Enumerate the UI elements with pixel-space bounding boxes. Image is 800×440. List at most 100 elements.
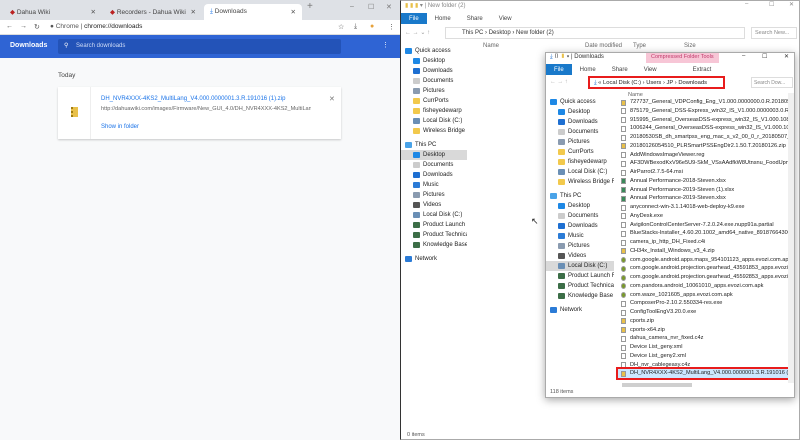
nav-item-knowledge-base-[interactable]: Knowledge Base (\\ [546,291,614,301]
ribbon-tab-share[interactable]: Share [459,16,491,22]
nav-item-local-disk-c-[interactable]: Local Disk (C:) [401,116,467,126]
compressed-folder-tools-tab[interactable]: Compressed Folder Tools [646,53,719,63]
close-button[interactable]: ✕ [386,3,392,11]
nav-item-downloads[interactable]: Downloads [401,66,467,76]
nav-item-currports[interactable]: CurrPorts [401,96,467,106]
nav-arrows-icon[interactable]: ← → ↑ [550,79,568,85]
ribbon-tab-share[interactable]: Share [604,67,636,73]
nav-item-pictures[interactable]: Pictures [546,241,614,251]
nav-item-desktop[interactable]: Desktop [546,107,614,117]
nav-item-documents[interactable]: Documents [546,127,614,137]
forward-icon[interactable]: → [20,23,27,30]
file-row[interactable]: AddWindowsImageViewer.reg [618,151,788,160]
nav-item-quick-access[interactable]: Quick access [546,97,614,107]
file-row[interactable]: Device List_geny.xml [618,343,788,352]
file-row[interactable]: dahua_camera_nvr_fixed.c4z [618,334,788,343]
tab-downloads[interactable]: ⤓ Downloads ✕ [204,4,302,20]
file-row[interactable]: 727737_General_VDPConfig_Eng_V1.000.0000… [618,98,788,107]
minimize-button[interactable]: – [350,3,354,10]
maximize-button[interactable]: ☐ [368,3,374,11]
file-row[interactable]: com.google.android.projection.gearhead_4… [618,264,788,273]
nav-item-pictures[interactable]: Pictures [401,86,467,96]
download-filename-link[interactable]: DH_NVR4XXX-4KS2_MultiLang_V4.000.0000001… [101,96,285,102]
remove-download-icon[interactable]: ✕ [329,95,335,103]
nav-item-knowledge-base-[interactable]: Knowledge Base (\\ [401,240,467,250]
file-row[interactable]: Annual Performance-2019-Steven (1).xlsx [618,186,788,195]
nav-item-product-launch-files[interactable]: Product Launch Files [546,271,614,281]
file-row[interactable]: BlueStacks-Installer_4.60.20.1002_amd64_… [618,229,788,238]
nav-item-downloads[interactable]: Downloads [401,170,467,180]
nav-item-currports[interactable]: CurrPorts [546,147,614,157]
ribbon-tab-home[interactable]: Home [572,67,604,73]
nav-item-documents[interactable]: Documents [401,160,467,170]
extension-icon[interactable]: ● [370,23,374,30]
file-row[interactable]: CH34x_Install_Windows_v3_4.zip [618,247,788,256]
file-row[interactable]: com.pandora.android_10061010_apps.evozi.… [618,282,788,291]
nav-item-this-pc[interactable]: This PC [546,191,614,201]
new-tab-button[interactable]: + [307,1,313,12]
back-icon[interactable]: ← [6,23,13,30]
file-row[interactable]: camera_ip_http_DH_Fixed.c4i [618,238,788,247]
nav-item-local-disk-c-[interactable]: Local Disk (C:) [546,261,614,271]
file-row[interactable]: 915995_General_OverseasDSS-express_win32… [618,116,788,125]
nav-item-videos[interactable]: Videos [546,251,614,261]
ribbon-tab-view[interactable]: View [636,67,665,73]
download-icon[interactable]: ⤓ [354,23,357,31]
file-row[interactable]: Device List_geny2.xml [618,352,788,361]
breadcrumb-new-folder[interactable]: New folder (2) [516,30,554,36]
address-bar[interactable]: ⤓ « Local Disk (C:) › Users › JP › Downl… [588,76,725,89]
nav-item-local-disk-c-[interactable]: Local Disk (C:) [401,210,467,220]
close-button[interactable]: ✕ [784,53,789,60]
close-tab-icon[interactable]: ✕ [291,8,296,16]
horizontal-scrollbar[interactable] [622,383,692,387]
file-row[interactable]: 875179_General_DSS-Express_win32_IS_V1.0… [618,107,788,116]
nav-item-local-disk-c-[interactable]: Local Disk (C:) [546,167,614,177]
breadcrumb-desktop[interactable]: Desktop [489,30,511,36]
nav-item-product-launch-files[interactable]: Product Launch Files [401,220,467,230]
omnibox[interactable]: ● Chrome | chrome://downloads [50,23,142,30]
nav-item-network[interactable]: Network [401,254,467,264]
nav-item-desktop[interactable]: Desktop [401,56,467,66]
column-type[interactable]: Type [633,43,646,49]
menu-icon[interactable]: ⋮ [388,23,395,31]
bookmark-star-icon[interactable]: ☆ [338,23,344,31]
file-row[interactable]: 1006244_General_OverseasDSS-express_win3… [618,124,788,133]
file-row[interactable]: DH_nvr_cablegeasy.c4z [618,361,788,370]
nav-item-this-pc[interactable]: This PC [401,140,467,150]
file-row[interactable]: AF3DWBexodKxV96e5U9-SkM_VSsAAdfkW8Utnsnu… [618,159,788,168]
search-downloads-input[interactable]: ⚲ Search downloads [58,39,341,54]
nav-item-documents[interactable]: Documents [401,76,467,86]
tab-recorders[interactable]: ◆ Recorders - Dahua Wiki ✕ [104,4,202,20]
breadcrumb-downloads[interactable]: Downloads [678,80,707,86]
breadcrumb-local-disk[interactable]: Local Disk (C:) [603,80,641,86]
file-row[interactable]: Annual Performance-2019-Steven.xlsx [618,194,788,203]
maximize-button[interactable]: ☐ [762,53,767,60]
tab-dahua-wiki[interactable]: ◆ Dahua Wiki ✕ [4,4,102,20]
nav-item-quick-access[interactable]: Quick access [401,46,467,56]
file-row[interactable]: com.google.android.projection.gearhead_4… [618,273,788,282]
file-row[interactable]: cports.zip [618,317,788,326]
file-row[interactable]: 20180126054510_PLRSmartPSSEngDir2.1.50.T… [618,142,788,151]
breadcrumb-user[interactable]: JP [666,80,673,86]
nav-item-desktop[interactable]: Desktop [401,150,467,160]
more-options-icon[interactable]: ⋮ [382,41,389,49]
breadcrumb-users[interactable]: Users [646,80,661,86]
file-row[interactable]: Annual Performance-2018-Steven.xlsx [618,177,788,186]
nav-item-fisheyedewarp[interactable]: fisheyedewarp [546,157,614,167]
close-tab-icon[interactable]: ✕ [91,8,96,16]
nav-item-fisheyedewarp[interactable]: fisheyedewarp [401,106,467,116]
file-row[interactable]: cports-x64.zip [618,326,788,335]
file-row[interactable]: AirParrot2.7.5-64.msi [618,168,788,177]
nav-arrows-icon[interactable]: ← → ⌄ ↑ [405,29,430,36]
column-size[interactable]: Size [684,43,696,49]
search-input[interactable]: Search Dow... [751,77,793,88]
nav-item-product-technical-s[interactable]: Product Technical S [401,230,467,240]
nav-item-videos[interactable]: Videos [401,200,467,210]
search-input[interactable]: Search New... [751,27,797,39]
address-bar[interactable]: This PC › Desktop › New folder (2) [445,27,745,39]
column-name[interactable]: Name [483,43,499,49]
show-in-folder-link[interactable]: Show in folder [101,124,139,130]
nav-item-downloads[interactable]: Downloads [546,221,614,231]
nav-item-wireless-bridge-resou[interactable]: Wireless Bridge Resou [546,177,614,187]
nav-item-product-technical-s[interactable]: Product Technical S [546,281,614,291]
